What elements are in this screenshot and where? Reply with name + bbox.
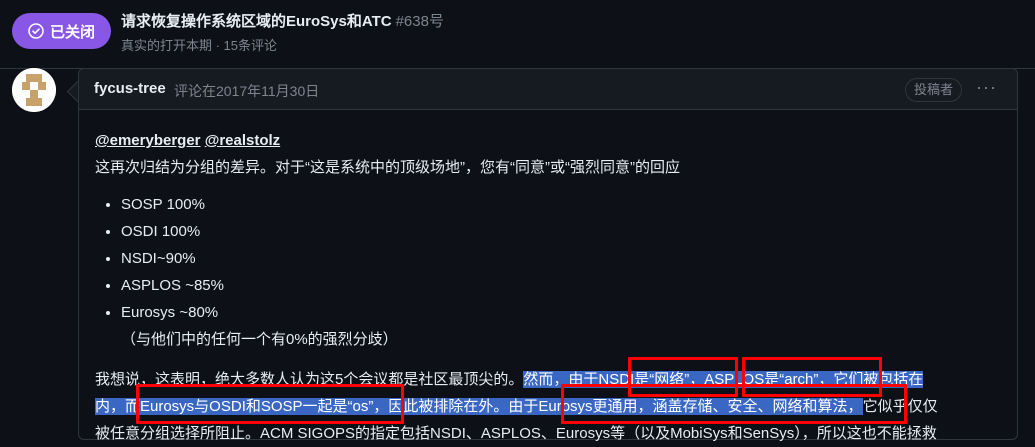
issue-number: #638号 — [395, 13, 444, 30]
issue-header: 已关闭 请求恢复操作系统区域的EuroSys和ATC #638号 真实的打开本期 … — [0, 0, 1035, 69]
comment-body: @emeryberger @realstolz 这再次归结为分组的差异。对于“这… — [95, 127, 1005, 447]
comment-author[interactable]: fycus-tree — [94, 80, 166, 97]
intro-text: 这再次归结为分组的差异。对于“这是系统中的顶级场地”，您有“同意”或“强烈同意”… — [95, 159, 680, 176]
selected-text: 内，而Eurosys与OSDI和SOSP一起是“os”，因此被排除在外。由于Eu… — [95, 398, 863, 415]
comment-box: fycus-tree 评论在2017年11月30日 投稿者 ··· @emery… — [78, 68, 1018, 442]
list-item: OSDI 100% — [121, 218, 1005, 245]
paragraph-text: 我想说，这表明，绝大多数人认为这5个会议都是社区最顶尖的。 — [95, 371, 524, 388]
check-circle-icon — [28, 23, 44, 39]
comment-header: fycus-tree 评论在2017年11月30日 投稿者 ··· — [79, 69, 1017, 110]
items-note: （与他们中的任何一个有0%的强烈分歧） — [121, 331, 398, 348]
issue-title-row: 请求恢复操作系统区域的EuroSys和ATC #638号 — [121, 10, 444, 31]
closed-state-badge: 已关闭 — [12, 13, 111, 49]
identicon-icon — [12, 68, 56, 112]
list-item: SOSP 100% — [121, 191, 1005, 218]
list-item: Eurosys ~80% — [121, 299, 1005, 326]
contributor-badge: 投稿者 — [905, 78, 963, 102]
list-item: NSDI~90% — [121, 245, 1005, 272]
more-options-icon[interactable]: ··· — [976, 77, 997, 98]
list-item: ASPLOS ~85% — [121, 272, 1005, 299]
issue-title: 请求恢复操作系统区域的EuroSys和ATC — [121, 13, 392, 30]
selected-text: 然而，由于NSDI是“网络”，ASPLOS是“arch”，它们被包括在 — [523, 371, 924, 388]
mention-link[interactable]: @emeryberger — [95, 132, 201, 149]
paragraph-text: 它似乎仅仅 — [862, 398, 938, 415]
paragraph-line-1: 我想说，这表明，绝大多数人认为这5个会议都是社区最顶尖的。然而，由于NSDI是“… — [95, 366, 1005, 393]
comment-timestamp[interactable]: 评论在2017年11月30日 — [174, 81, 319, 101]
mention-link[interactable]: @realstolz — [205, 132, 280, 149]
venue-list: SOSP 100% OSDI 100% NSDI~90% ASPLOS ~85%… — [95, 191, 1005, 326]
paragraph-line-3: 被任意分组选择所阻止。ACM SIGOPS的指定包括NSDI、ASPLOS、Eu… — [95, 425, 937, 442]
issue-subtitle: 真实的打开本期 · 15条评论 — [121, 38, 278, 53]
mentions-line: @emeryberger @realstolz — [95, 127, 1005, 154]
state-label: 已关闭 — [49, 23, 95, 41]
avatar[interactable] — [12, 68, 56, 112]
paragraph-line-2: 内，而Eurosys与OSDI和SOSP一起是“os”，因此被排除在外。由于Eu… — [95, 393, 1005, 420]
